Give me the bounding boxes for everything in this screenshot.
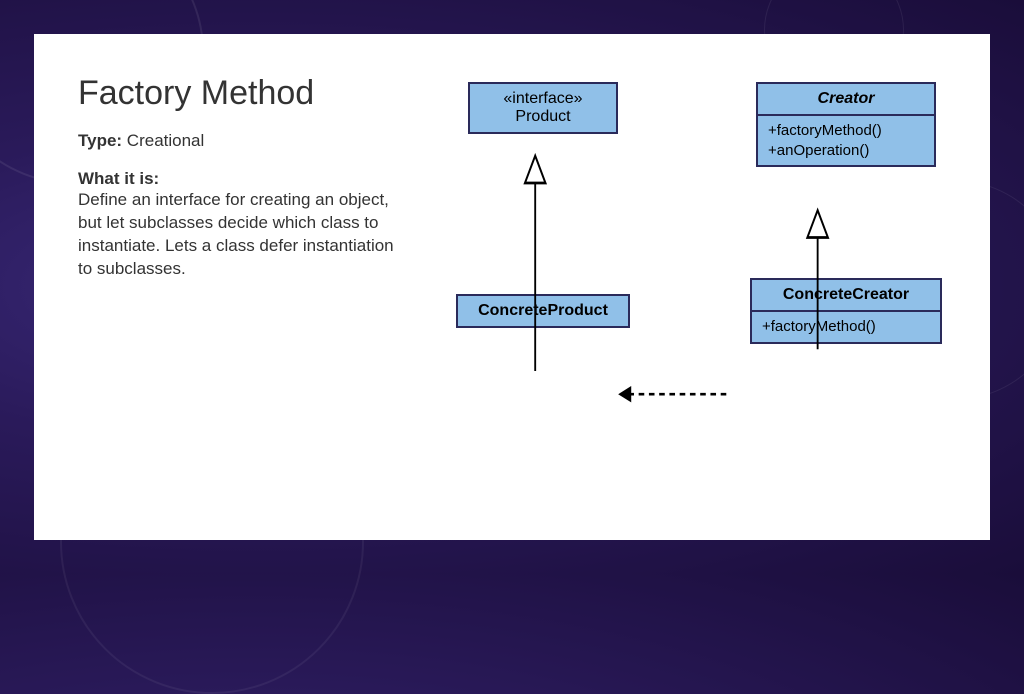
uml-class-product: «interface» Product [468,82,618,134]
uml-operation: +factoryMethod() [768,121,924,141]
uml-stereotype: «interface» [484,90,602,108]
uml-operations: +factoryMethod() +anOperation() [758,114,934,165]
uml-class-name: Product [484,108,602,126]
slide-card: Factory Method Type: Creational What it … [34,34,990,540]
uml-class-concrete-product: ConcreteProduct [456,294,630,328]
what-block: What it is: Define an interface for crea… [78,169,408,281]
uml-class-name: ConcreteProduct [472,302,614,320]
type-line: Type: Creational [78,131,408,151]
uml-class-name: Creator [772,90,920,108]
uml-class-header: ConcreteCreator [752,280,940,310]
pattern-description: Define an interface for creating an obje… [78,190,394,278]
uml-class-header: Creator [758,84,934,114]
uml-class-concrete-creator: ConcreteCreator +factoryMethod() [750,278,942,344]
pattern-title: Factory Method [78,74,408,113]
type-value: Creational [122,131,204,150]
text-column: Factory Method Type: Creational What it … [78,74,408,510]
uml-class-header: ConcreteProduct [458,296,628,326]
uml-class-creator: Creator +factoryMethod() +anOperation() [756,82,936,167]
uml-diagram: «interface» Product Creator +factoryMeth… [428,74,950,510]
uml-operation: +anOperation() [768,141,924,161]
uml-operations: +factoryMethod() [752,310,940,342]
what-label: What it is: [78,169,159,188]
uml-operation: +factoryMethod() [762,317,930,337]
uml-class-name: ConcreteCreator [766,286,926,304]
uml-class-header: «interface» Product [470,84,616,132]
type-label: Type: [78,131,122,150]
